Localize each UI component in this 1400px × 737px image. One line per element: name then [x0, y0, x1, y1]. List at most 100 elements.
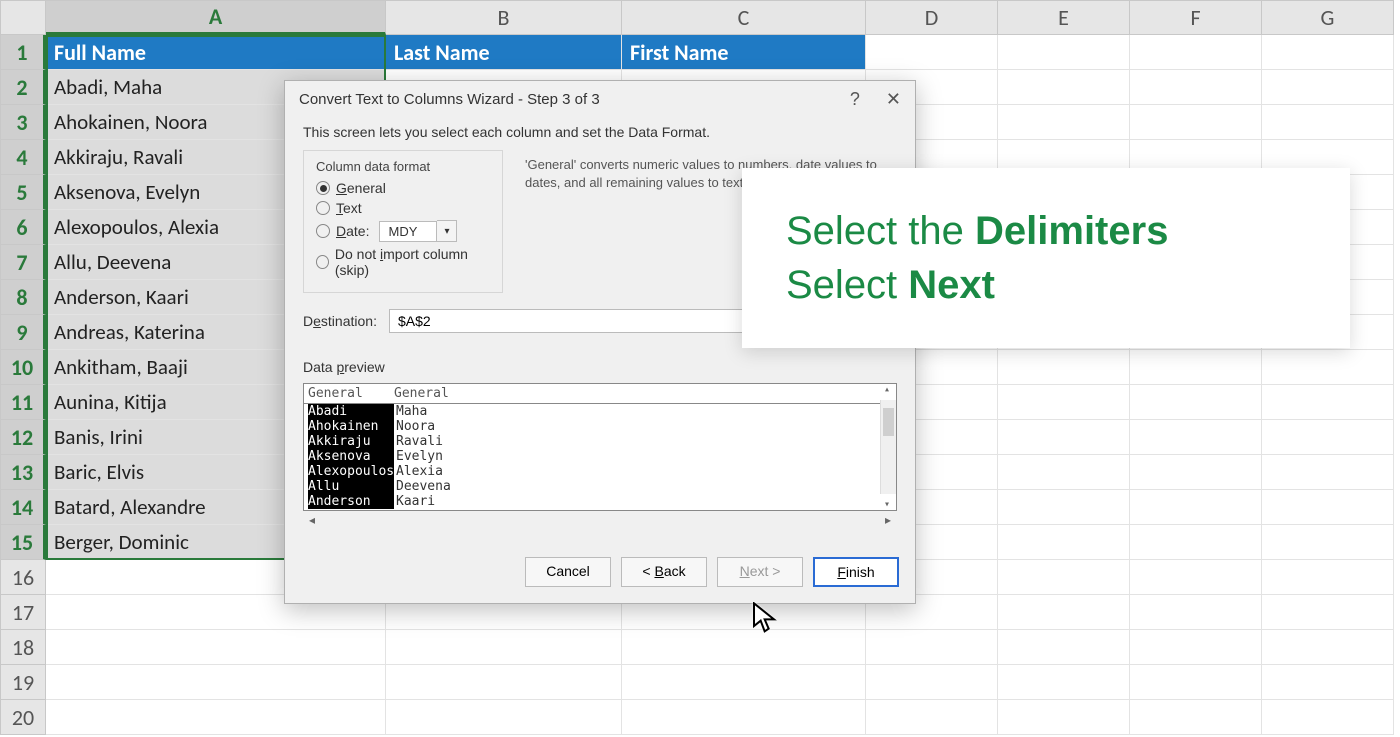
cell-A1[interactable]: Full Name: [46, 35, 386, 70]
cell-F18[interactable]: [1130, 630, 1262, 665]
preview-vertical-scrollbar[interactable]: [880, 400, 896, 494]
cell-G14[interactable]: [1262, 490, 1394, 525]
cell-G13[interactable]: [1262, 455, 1394, 490]
radio-date[interactable]: Date: MDY ▾: [316, 220, 490, 242]
cell-F16[interactable]: [1130, 560, 1262, 595]
cell-E3[interactable]: [998, 105, 1130, 140]
next-button[interactable]: Next >: [717, 557, 803, 587]
cell-E16[interactable]: [998, 560, 1130, 595]
cell-G17[interactable]: [1262, 595, 1394, 630]
help-icon[interactable]: ?: [850, 89, 860, 110]
row-header-20[interactable]: 20: [0, 700, 46, 735]
cell-G18[interactable]: [1262, 630, 1394, 665]
cell-F20[interactable]: [1130, 700, 1262, 735]
column-header-F[interactable]: F: [1130, 0, 1262, 35]
cell-F13[interactable]: [1130, 455, 1262, 490]
cell-E11[interactable]: [998, 385, 1130, 420]
cell-A20[interactable]: [46, 700, 386, 735]
cell-E2[interactable]: [998, 70, 1130, 105]
cell-G1[interactable]: [1262, 35, 1394, 70]
cell-B18[interactable]: [386, 630, 622, 665]
cell-C18[interactable]: [622, 630, 866, 665]
row-header-13[interactable]: 13: [0, 455, 46, 490]
column-header-B[interactable]: B: [386, 0, 622, 35]
cell-B20[interactable]: [386, 700, 622, 735]
cell-E13[interactable]: [998, 455, 1130, 490]
row-header-19[interactable]: 19: [0, 665, 46, 700]
cell-E15[interactable]: [998, 525, 1130, 560]
cell-D1[interactable]: [866, 35, 998, 70]
cell-A18[interactable]: [46, 630, 386, 665]
cell-D18[interactable]: [866, 630, 998, 665]
cell-G20[interactable]: [1262, 700, 1394, 735]
cell-F15[interactable]: [1130, 525, 1262, 560]
cell-G16[interactable]: [1262, 560, 1394, 595]
cell-C1[interactable]: First Name: [622, 35, 866, 70]
row-header-8[interactable]: 8: [0, 280, 46, 315]
radio-general[interactable]: General: [316, 180, 490, 196]
close-icon[interactable]: ✕: [886, 89, 901, 110]
column-header-D[interactable]: D: [866, 0, 998, 35]
row-header-5[interactable]: 5: [0, 175, 46, 210]
row-header-16[interactable]: 16: [0, 560, 46, 595]
cell-G2[interactable]: [1262, 70, 1394, 105]
cell-G10[interactable]: [1262, 350, 1394, 385]
column-header-G[interactable]: G: [1262, 0, 1394, 35]
column-header-E[interactable]: E: [998, 0, 1130, 35]
cell-G19[interactable]: [1262, 665, 1394, 700]
cell-F12[interactable]: [1130, 420, 1262, 455]
row-header-9[interactable]: 9: [0, 315, 46, 350]
cell-E1[interactable]: [998, 35, 1130, 70]
radio-skip[interactable]: Do not import column (skip): [316, 246, 490, 278]
row-header-1[interactable]: 1: [0, 35, 46, 70]
column-header-A[interactable]: A: [46, 0, 386, 35]
cell-E19[interactable]: [998, 665, 1130, 700]
row-header-17[interactable]: 17: [0, 595, 46, 630]
cell-G12[interactable]: [1262, 420, 1394, 455]
back-button[interactable]: < Back: [621, 557, 707, 587]
preview-horizontal-scrollbar[interactable]: ◂▸: [303, 511, 897, 529]
cell-E20[interactable]: [998, 700, 1130, 735]
row-header-15[interactable]: 15: [0, 525, 46, 560]
radio-text[interactable]: Text: [316, 200, 490, 216]
row-header-6[interactable]: 6: [0, 210, 46, 245]
finish-button[interactable]: Finish: [813, 557, 899, 587]
cell-D19[interactable]: [866, 665, 998, 700]
row-header-12[interactable]: 12: [0, 420, 46, 455]
cell-E10[interactable]: [998, 350, 1130, 385]
row-header-10[interactable]: 10: [0, 350, 46, 385]
cell-G3[interactable]: [1262, 105, 1394, 140]
row-header-7[interactable]: 7: [0, 245, 46, 280]
row-header-18[interactable]: 18: [0, 630, 46, 665]
cell-F10[interactable]: [1130, 350, 1262, 385]
cell-F14[interactable]: [1130, 490, 1262, 525]
select-all-corner[interactable]: [0, 0, 46, 35]
row-header-3[interactable]: 3: [0, 105, 46, 140]
row-header-14[interactable]: 14: [0, 490, 46, 525]
row-header-2[interactable]: 2: [0, 70, 46, 105]
cell-D20[interactable]: [866, 700, 998, 735]
date-format-combo[interactable]: MDY ▾: [379, 220, 457, 242]
cell-F1[interactable]: [1130, 35, 1262, 70]
cell-F2[interactable]: [1130, 70, 1262, 105]
cell-F19[interactable]: [1130, 665, 1262, 700]
cell-E12[interactable]: [998, 420, 1130, 455]
cell-C20[interactable]: [622, 700, 866, 735]
cancel-button[interactable]: Cancel: [525, 557, 611, 587]
cell-E17[interactable]: [998, 595, 1130, 630]
cell-E18[interactable]: [998, 630, 1130, 665]
cell-B1[interactable]: Last Name: [386, 35, 622, 70]
cell-F3[interactable]: [1130, 105, 1262, 140]
cell-A19[interactable]: [46, 665, 386, 700]
column-header-C[interactable]: C: [622, 0, 866, 35]
row-header-11[interactable]: 11: [0, 385, 46, 420]
cell-G15[interactable]: [1262, 525, 1394, 560]
row-header-4[interactable]: 4: [0, 140, 46, 175]
cell-F17[interactable]: [1130, 595, 1262, 630]
cell-E14[interactable]: [998, 490, 1130, 525]
cell-C19[interactable]: [622, 665, 866, 700]
cell-G11[interactable]: [1262, 385, 1394, 420]
cell-B19[interactable]: [386, 665, 622, 700]
chevron-down-icon[interactable]: ▾: [437, 220, 457, 242]
cell-F11[interactable]: [1130, 385, 1262, 420]
